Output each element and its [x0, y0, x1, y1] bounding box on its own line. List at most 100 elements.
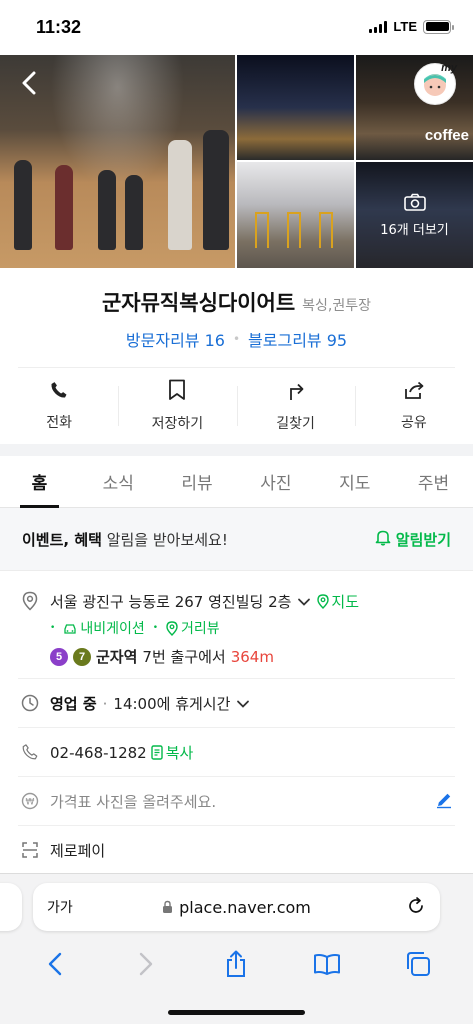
- tab-map[interactable]: 지도: [315, 456, 394, 507]
- copy-icon: [151, 745, 163, 760]
- browser-bar: 가가 place.naver.com: [0, 873, 473, 1024]
- tab-home[interactable]: 홈: [0, 456, 79, 508]
- place-name: 군자뮤직복싱다이어트: [101, 291, 296, 315]
- share-up-icon: [227, 950, 246, 977]
- chevron-down-icon[interactable]: [297, 593, 311, 611]
- navigation-link-label: 내비게이션: [80, 621, 145, 637]
- browser-share-button[interactable]: [216, 944, 256, 984]
- zeropay-label: 제로페이: [50, 842, 106, 860]
- hours-detail: 14:00에 휴게시간: [113, 695, 231, 713]
- action-label: 전화: [46, 415, 72, 431]
- separator-dot: •: [232, 332, 241, 346]
- price-section[interactable]: ₩ 가격표 사진을 올려주세요.: [0, 776, 473, 826]
- copy-label: 복사: [165, 744, 194, 762]
- reload-icon[interactable]: [406, 896, 426, 920]
- street-view-link[interactable]: 거리뷰: [166, 618, 220, 638]
- my-avatar-button[interactable]: my: [414, 62, 457, 105]
- tab-reviews[interactable]: 리뷰: [158, 456, 237, 507]
- camera-icon: [403, 193, 426, 215]
- phone-section: 02-468-1282 복사: [0, 727, 473, 777]
- alarm-button[interactable]: 알림받기: [374, 528, 451, 550]
- navigation-link[interactable]: 내비게이션: [63, 618, 145, 638]
- street-view-link-label: 거리뷰: [181, 621, 220, 637]
- network-label: LTE: [393, 19, 417, 34]
- share-icon: [403, 380, 425, 404]
- home-indicator: [168, 1010, 305, 1015]
- action-label: 저장하기: [151, 416, 204, 432]
- coffee-sign-text: coffee: [424, 127, 469, 144]
- bullet-dot: •: [152, 623, 159, 633]
- visitor-reviews-link[interactable]: 방문자리뷰 16: [126, 327, 225, 351]
- phone-number[interactable]: 02-468-1282: [50, 744, 147, 762]
- photo-figure: [55, 165, 73, 250]
- photo-figure: [168, 140, 192, 250]
- alarm-label: 알림받기: [395, 530, 451, 549]
- photo-thumbnail[interactable]: [237, 55, 354, 160]
- event-text: 이벤트, 혜택 알림을 받아보세요!: [22, 529, 228, 550]
- tab-photos[interactable]: 사진: [236, 456, 315, 507]
- tab-news[interactable]: 소식: [79, 456, 158, 507]
- edit-pencil-icon[interactable]: [435, 791, 453, 813]
- chevron-right-icon: [139, 952, 153, 976]
- tab-nearby[interactable]: 주변: [394, 456, 473, 507]
- location-pin-icon: [20, 591, 40, 611]
- map-link-label: 지도: [331, 593, 360, 611]
- event-banner: 이벤트, 혜택 알림을 받아보세요! 알림받기: [0, 508, 473, 571]
- action-label: 길찾기: [276, 416, 315, 432]
- bookmark-icon: [168, 379, 186, 405]
- tabs-icon: [406, 952, 430, 976]
- subway-line-7-badge: 7: [73, 647, 91, 666]
- hours-section[interactable]: 영업 중 · 14:00에 휴게시간: [0, 678, 473, 728]
- status-indicators: LTE: [369, 19, 454, 34]
- address-text[interactable]: 서울 광진구 능동로 267 영진빌딩 2층: [50, 591, 291, 612]
- subway-line-5-badge: 5: [50, 647, 68, 666]
- browser-back-button[interactable]: [35, 944, 75, 984]
- browser-bookmarks-button[interactable]: [307, 944, 347, 984]
- previous-tab-preview[interactable]: [0, 883, 22, 931]
- event-bold-text: 이벤트, 혜택: [22, 530, 102, 549]
- save-button[interactable]: 저장하기: [118, 368, 236, 444]
- place-category: 복싱,권투장: [302, 298, 372, 314]
- photo-figure: [125, 175, 143, 250]
- copy-phone-button[interactable]: 복사: [151, 742, 194, 763]
- chevron-left-icon: [22, 71, 36, 95]
- status-time: 11:32: [36, 17, 82, 37]
- phone-icon: [49, 380, 69, 404]
- photo-figure: [98, 170, 116, 250]
- chevron-down-icon[interactable]: [236, 695, 250, 713]
- bell-icon: [374, 528, 392, 550]
- share-button[interactable]: 공유: [354, 368, 473, 444]
- blog-reviews-link[interactable]: 블로그리뷰 95: [248, 327, 347, 351]
- subway-station: 군자역: [96, 648, 138, 666]
- url-display[interactable]: place.naver.com: [33, 898, 440, 917]
- browser-toolbar: [0, 944, 473, 984]
- map-link[interactable]: 지도: [317, 591, 359, 612]
- svg-text:₩: ₩: [26, 798, 35, 808]
- photo-gym-rack: [255, 212, 269, 248]
- address-section: 서울 광진구 능동로 267 영진빌딩 2층 지도 • 내비게이션 • 거리뷰 …: [0, 588, 473, 678]
- phone-outline-icon: [20, 742, 40, 762]
- directions-icon: [286, 379, 306, 405]
- photo-thumbnail[interactable]: [237, 162, 354, 268]
- back-button[interactable]: [14, 68, 44, 98]
- event-normal-text: 알림을 받아보세요!: [101, 530, 228, 549]
- browser-forward-button[interactable]: [126, 944, 166, 984]
- directions-button[interactable]: 길찾기: [236, 368, 355, 444]
- chevron-left-icon: [49, 952, 62, 976]
- photo-gym-rack: [319, 212, 333, 248]
- more-photos-button[interactable]: 16개 더보기: [356, 162, 473, 268]
- call-button[interactable]: 전화: [0, 368, 118, 444]
- tab-bar: 홈 소식 리뷰 사진 지도 주변: [0, 456, 473, 508]
- browser-tabs-button[interactable]: [398, 944, 438, 984]
- place-header: 군자뮤직복싱다이어트 복싱,권투장 방문자리뷰 16 • 블로그리뷰 95: [0, 268, 473, 368]
- scan-icon: [20, 840, 40, 860]
- address-bar[interactable]: 가가 place.naver.com: [33, 883, 440, 931]
- lock-icon: [163, 900, 173, 913]
- clock-icon: [20, 693, 40, 713]
- bullet-dot: •: [50, 623, 56, 633]
- zeropay-section: 제로페이: [0, 825, 473, 873]
- hours-status: 영업 중: [50, 695, 97, 713]
- street-view-icon: [166, 620, 178, 636]
- battery-icon: [423, 19, 454, 34]
- action-bar: 전화 저장하기 길찾기 공유: [0, 368, 473, 444]
